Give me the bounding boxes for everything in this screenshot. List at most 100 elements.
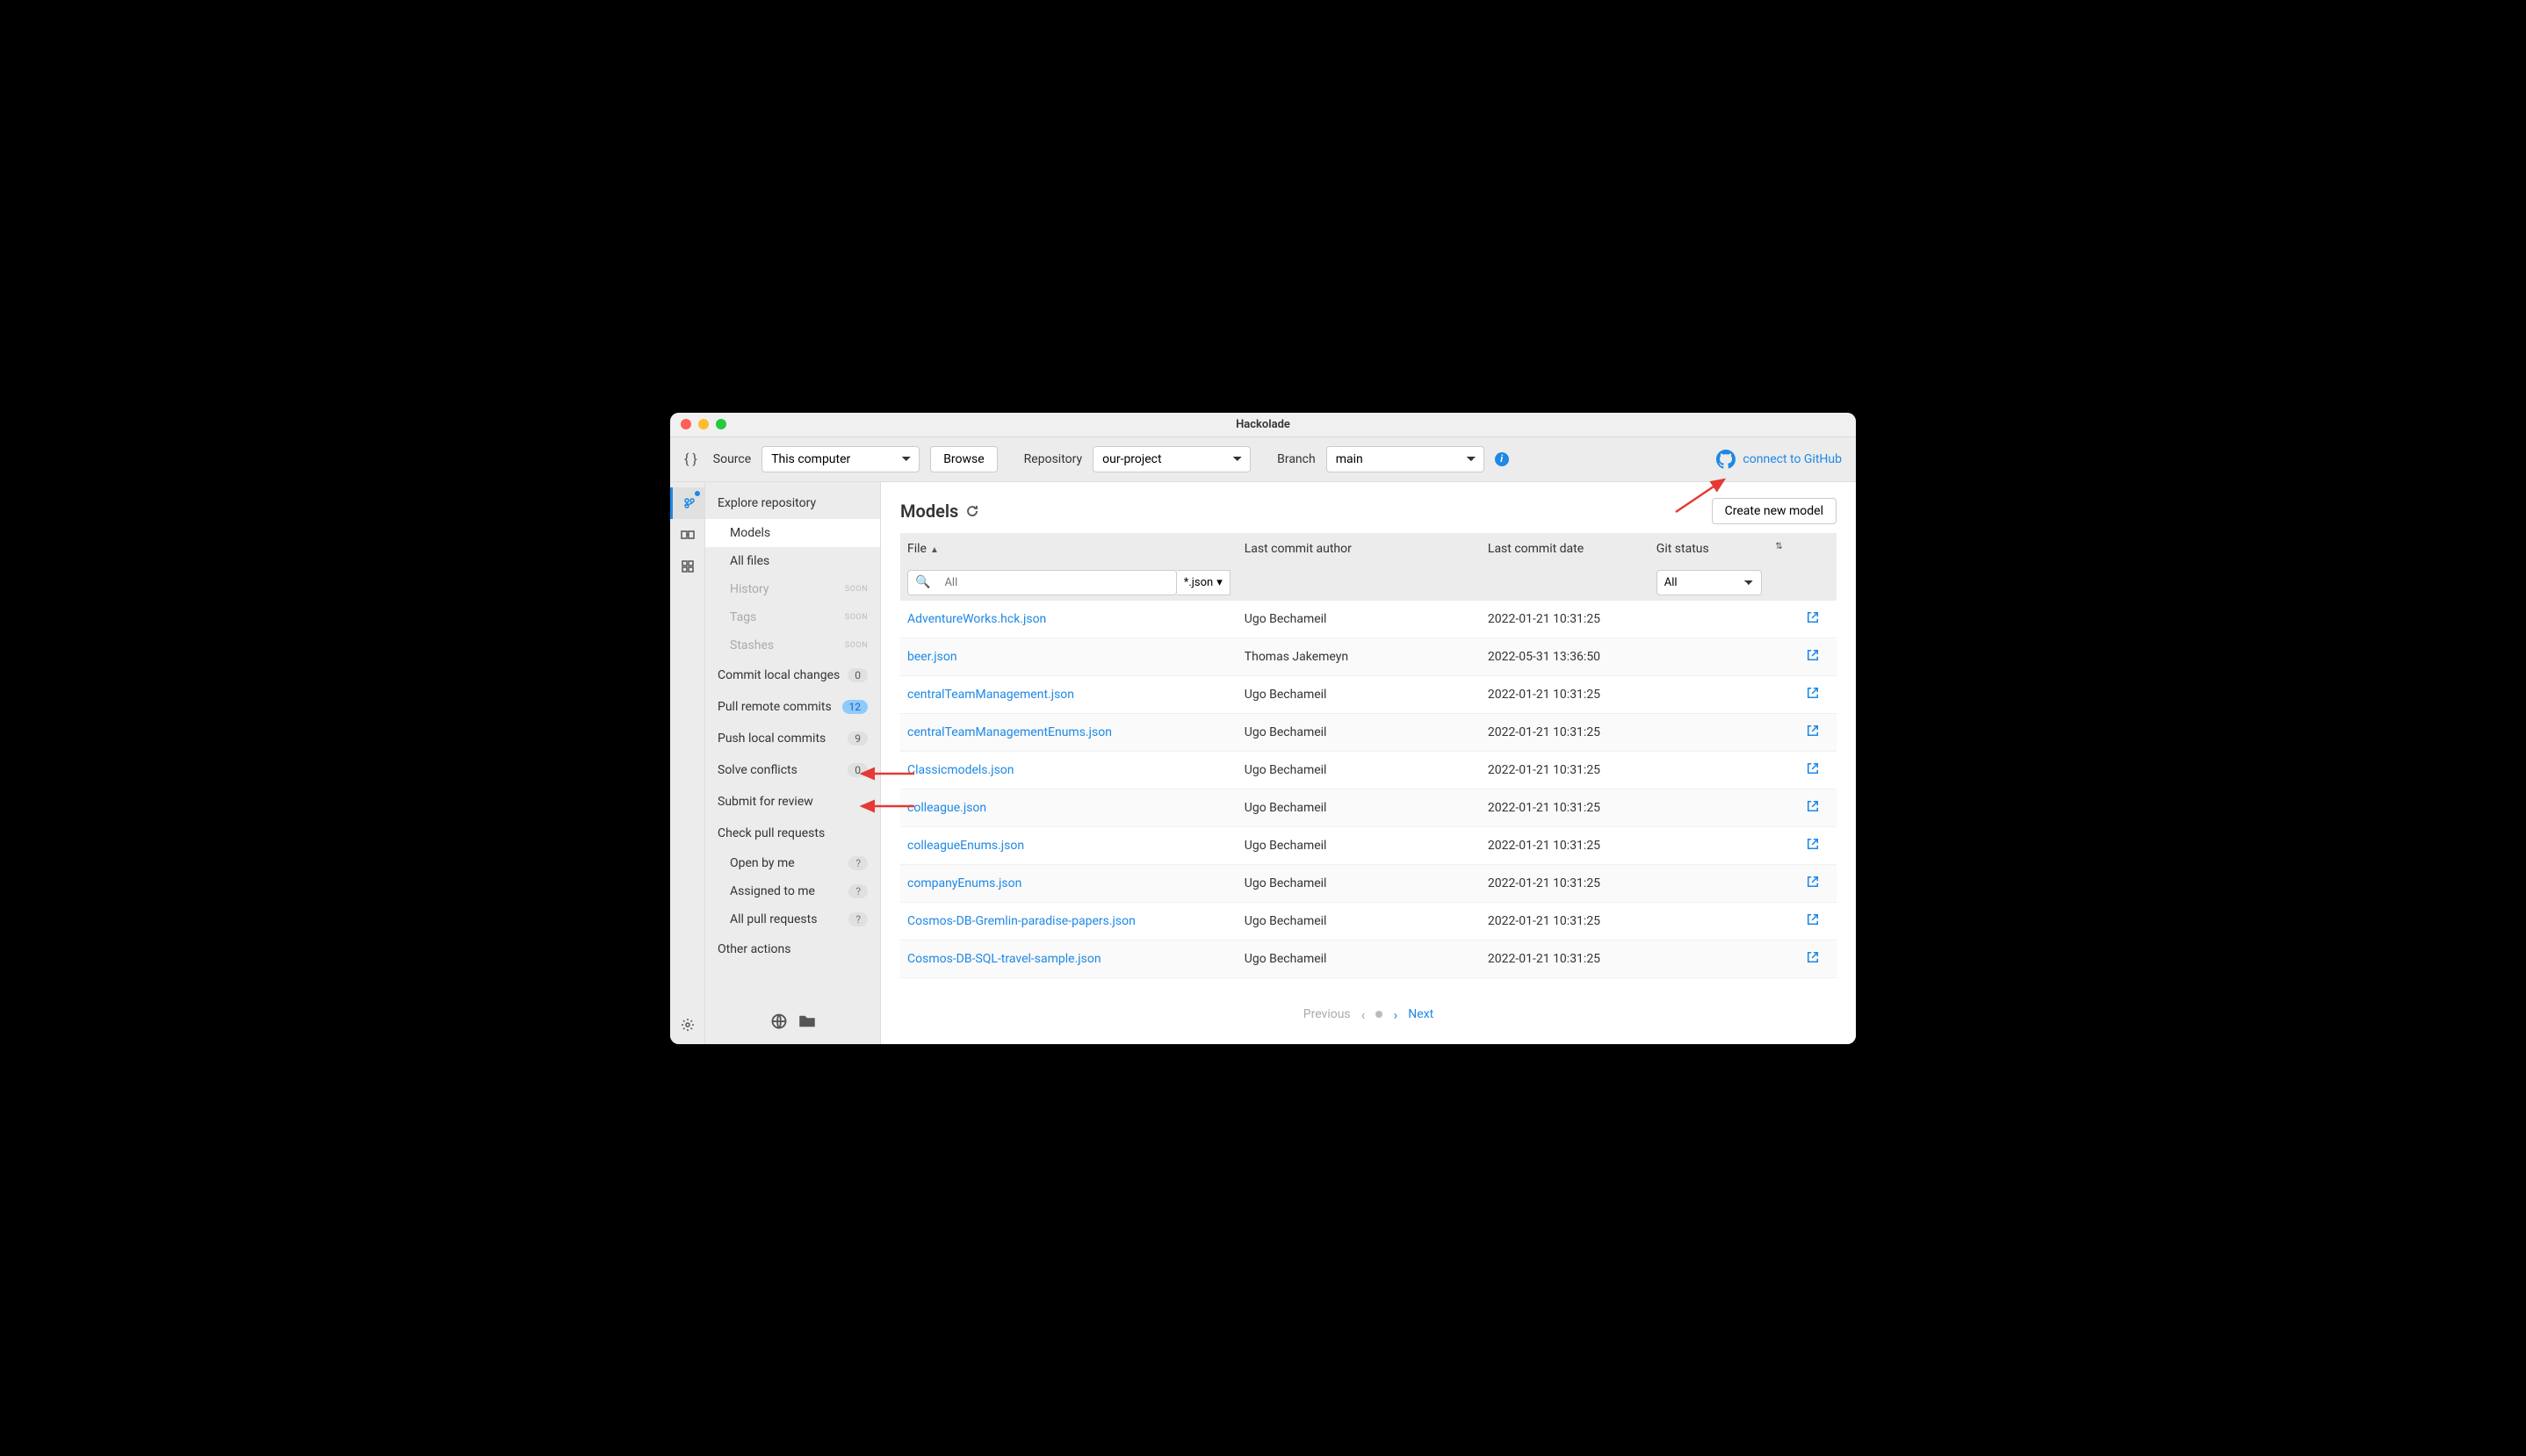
- sidebar-stashes: StashesSOON: [705, 631, 880, 660]
- github-icon: [1716, 450, 1736, 469]
- author-cell: Ugo Bechameil: [1238, 713, 1481, 751]
- source-label: Source: [713, 452, 751, 466]
- col-date[interactable]: Last commit date: [1481, 533, 1649, 565]
- branch-select[interactable]: main: [1326, 446, 1484, 472]
- table-row: beer.json Thomas Jakemeyn 2022-05-31 13:…: [900, 638, 1837, 675]
- globe-icon[interactable]: [770, 1013, 788, 1030]
- open-external-icon[interactable]: [1807, 613, 1819, 627]
- sidebar-commit-local[interactable]: Commit local changes0: [705, 660, 880, 691]
- sidebar-open-by-me[interactable]: Open by me?: [705, 849, 880, 877]
- table-row: AdventureWorks.hck.json Ugo Bechameil 20…: [900, 601, 1837, 638]
- repository-select[interactable]: our-project: [1093, 446, 1251, 472]
- col-author[interactable]: Last commit author: [1238, 533, 1481, 565]
- author-cell: Ugo Bechameil: [1238, 751, 1481, 789]
- rail-repository-icon[interactable]: [670, 487, 705, 519]
- rail-grid-icon[interactable]: [670, 551, 705, 582]
- status-cell: [1649, 751, 1790, 789]
- open-external-icon[interactable]: [1807, 802, 1819, 816]
- notification-dot: [695, 491, 700, 496]
- open-external-icon[interactable]: [1807, 764, 1819, 778]
- date-cell: 2022-01-21 10:31:25: [1481, 601, 1649, 638]
- date-cell: 2022-01-21 10:31:25: [1481, 940, 1649, 977]
- file-link[interactable]: Cosmos-DB-Gremlin-paradise-papers.json: [907, 914, 1136, 928]
- open-external-icon[interactable]: [1807, 915, 1819, 929]
- table-row: centralTeamManagementEnums.json Ugo Bech…: [900, 713, 1837, 751]
- sidebar-submit-review[interactable]: Submit for review: [705, 786, 880, 818]
- file-link[interactable]: AdventureWorks.hck.json: [907, 612, 1046, 626]
- file-link[interactable]: beer.json: [907, 650, 957, 664]
- sidebar-other-actions[interactable]: Other actions: [705, 933, 880, 965]
- author-cell: Ugo Bechameil: [1238, 826, 1481, 864]
- file-link[interactable]: centralTeamManagement.json: [907, 688, 1074, 702]
- create-model-button[interactable]: Create new model: [1712, 498, 1837, 524]
- rail-settings-icon[interactable]: [670, 1013, 705, 1044]
- close-window-button[interactable]: [681, 419, 691, 429]
- chevron-down-icon: ▾: [1216, 576, 1223, 589]
- sidebar-check-pull-requests[interactable]: Check pull requests: [705, 818, 880, 849]
- file-link[interactable]: Cosmos-DB-SQL-travel-sample.json: [907, 952, 1101, 966]
- maximize-window-button[interactable]: [716, 419, 726, 429]
- status-cell: [1649, 789, 1790, 826]
- file-link[interactable]: colleague.json: [907, 801, 986, 815]
- sidebar-explore-repository[interactable]: Explore repository: [705, 487, 880, 519]
- open-external-icon[interactable]: [1807, 726, 1819, 740]
- sidebar-push-local[interactable]: Push local commits9: [705, 723, 880, 754]
- minimize-window-button[interactable]: [698, 419, 709, 429]
- date-cell: 2022-01-21 10:31:25: [1481, 789, 1649, 826]
- status-cell: [1649, 826, 1790, 864]
- status-cell: [1649, 940, 1790, 977]
- pagination: Previous ‹ › Next: [881, 991, 1856, 1044]
- repository-label: Repository: [1024, 452, 1082, 466]
- status-cell: [1649, 638, 1790, 675]
- open-external-icon[interactable]: [1807, 840, 1819, 854]
- table-row: Classicmodels.json Ugo Bechameil 2022-01…: [900, 751, 1837, 789]
- file-link[interactable]: colleagueEnums.json: [907, 839, 1024, 853]
- file-link[interactable]: Classicmodels.json: [907, 763, 1014, 777]
- main-content: Models Create new model File▲ Last commi…: [881, 482, 1856, 1044]
- connect-github-link[interactable]: connect to GitHub: [1716, 450, 1842, 469]
- sidebar-pull-remote[interactable]: Pull remote commits12: [705, 691, 880, 723]
- date-cell: 2022-01-21 10:31:25: [1481, 713, 1649, 751]
- browse-button[interactable]: Browse: [930, 446, 997, 472]
- chevron-right-icon[interactable]: ›: [1393, 1006, 1397, 1023]
- table-row: companyEnums.json Ugo Bechameil 2022-01-…: [900, 864, 1837, 902]
- refresh-icon[interactable]: [965, 504, 979, 518]
- sidebar-all-files[interactable]: All files: [705, 547, 880, 575]
- open-external-icon[interactable]: [1807, 688, 1819, 703]
- open-external-icon[interactable]: [1807, 651, 1819, 665]
- sidebar-assigned-to-me[interactable]: Assigned to me?: [705, 877, 880, 905]
- table-row: colleagueEnums.json Ugo Bechameil 2022-0…: [900, 826, 1837, 864]
- table-row: colleague.json Ugo Bechameil 2022-01-21 …: [900, 789, 1837, 826]
- sidebar-models[interactable]: Models: [705, 519, 880, 547]
- folder-icon[interactable]: [798, 1013, 816, 1030]
- sidebar-solve-conflicts[interactable]: Solve conflicts0: [705, 754, 880, 786]
- open-external-icon[interactable]: [1807, 877, 1819, 891]
- sort-both-icon: ⇅: [1775, 542, 1782, 551]
- page-title: Models: [900, 501, 979, 522]
- sidebar-all-pull-requests[interactable]: All pull requests?: [705, 905, 880, 933]
- col-file[interactable]: File▲: [900, 533, 1238, 565]
- author-cell: Ugo Bechameil: [1238, 675, 1481, 713]
- sort-asc-icon: ▲: [930, 545, 939, 555]
- search-icon: 🔍: [908, 575, 937, 589]
- open-external-icon[interactable]: [1807, 953, 1819, 967]
- source-select[interactable]: This computer: [761, 446, 920, 472]
- date-cell: 2022-01-21 10:31:25: [1481, 902, 1649, 940]
- info-icon[interactable]: i: [1495, 452, 1509, 466]
- next-page[interactable]: Next: [1408, 1007, 1433, 1021]
- status-cell: [1649, 902, 1790, 940]
- rail-compare-icon[interactable]: [670, 519, 705, 551]
- sidebar-tags: TagsSOON: [705, 603, 880, 631]
- top-toolbar: { } Source This computer Browse Reposito…: [670, 437, 1856, 482]
- file-link[interactable]: centralTeamManagementEnums.json: [907, 725, 1112, 739]
- date-cell: 2022-01-21 10:31:25: [1481, 751, 1649, 789]
- titlebar: Hackolade: [670, 413, 1856, 437]
- chevron-left-icon: ‹: [1361, 1006, 1366, 1023]
- ext-filter-select[interactable]: *.json▾: [1177, 570, 1231, 595]
- col-status[interactable]: Git status⇅: [1649, 533, 1790, 565]
- status-cell: [1649, 601, 1790, 638]
- file-search-input[interactable]: [937, 571, 1175, 595]
- braces-icon[interactable]: { }: [684, 450, 697, 467]
- file-link[interactable]: companyEnums.json: [907, 876, 1021, 890]
- status-filter-select[interactable]: All: [1656, 570, 1762, 595]
